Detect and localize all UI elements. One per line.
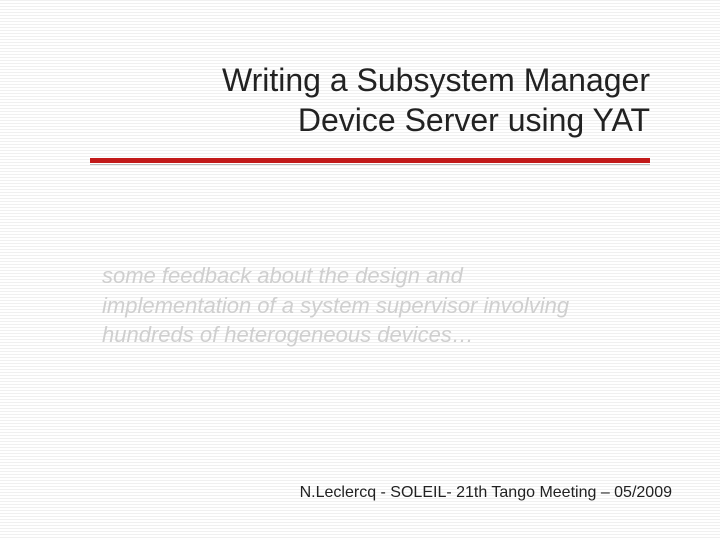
accent-rule <box>90 158 650 163</box>
thin-rule <box>90 164 650 165</box>
title-line-2: Device Server using YAT <box>298 102 650 138</box>
title-block: Writing a Subsystem Manager Device Serve… <box>90 60 650 166</box>
slide-footer: N.Leclercq - SOLEIL- 21th Tango Meeting … <box>300 484 672 502</box>
body-area: some feedback about the design and imple… <box>90 261 650 350</box>
title-underline <box>90 158 650 166</box>
title-line-1: Writing a Subsystem Manager <box>222 62 650 98</box>
slide-title: Writing a Subsystem Manager Device Serve… <box>90 60 650 152</box>
slide-subtitle: some feedback about the design and imple… <box>102 261 602 350</box>
slide: Writing a Subsystem Manager Device Serve… <box>0 0 720 540</box>
